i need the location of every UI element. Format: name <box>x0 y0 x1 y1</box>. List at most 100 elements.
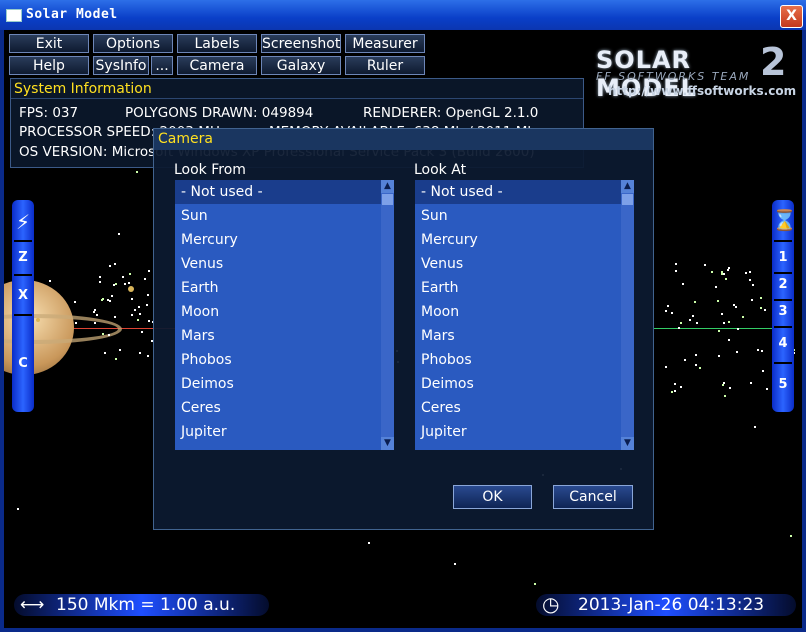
star <box>727 338 730 341</box>
more-button[interactable]: ... <box>151 56 173 75</box>
star <box>367 542 370 545</box>
speed-1-button[interactable]: 1 <box>772 250 794 265</box>
list-item[interactable]: Jupiter <box>175 420 381 444</box>
star <box>133 309 136 312</box>
clock-icon[interactable]: ◷ <box>542 592 559 616</box>
list-item[interactable]: Earth <box>415 276 621 300</box>
star <box>695 322 698 325</box>
scroll-down-icon[interactable]: ▼ <box>381 437 394 450</box>
title-bar[interactable]: Solar Model X <box>0 0 806 30</box>
star <box>137 318 140 321</box>
list-item[interactable]: Mars <box>175 324 381 348</box>
zoom-x-button[interactable]: X <box>12 288 34 303</box>
star <box>714 285 717 288</box>
speed-4-button[interactable]: 4 <box>772 336 794 351</box>
star <box>691 315 694 318</box>
star <box>732 304 735 307</box>
list-item[interactable]: Mercury <box>415 228 621 252</box>
help-button[interactable]: Help <box>9 56 89 75</box>
star <box>107 333 110 336</box>
list-item[interactable]: Mercury <box>175 228 381 252</box>
star <box>148 319 151 322</box>
list-item[interactable]: Jupiter <box>415 420 621 444</box>
star <box>749 381 752 384</box>
scroll-up-icon[interactable]: ▲ <box>381 180 394 193</box>
scale-readout: 150 Mkm = 1.00 a.u. <box>56 595 236 615</box>
list-item[interactable]: Phobos <box>415 348 621 372</box>
star <box>95 313 98 316</box>
zoom-z-button[interactable]: Z <box>12 250 34 265</box>
star <box>74 321 77 324</box>
list-item[interactable]: Sun <box>415 204 621 228</box>
star <box>722 321 725 324</box>
logo-url[interactable]: http://www.ffsoftworks.com <box>608 84 796 98</box>
zoom-c-button[interactable]: C <box>12 356 34 371</box>
list-item[interactable]: - Not used - <box>175 180 381 204</box>
look-from-scrollbar[interactable]: ▲ ▼ <box>381 180 394 450</box>
list-item[interactable]: Phobos <box>175 348 381 372</box>
look-at-list[interactable]: - Not used - Sun Mercury Venus Earth Moon Mars… <box>415 180 634 450</box>
lightning-icon[interactable]: ⚡ <box>12 210 34 234</box>
camera-button[interactable]: Camera <box>177 56 257 75</box>
list-item[interactable]: Ceres <box>415 396 621 420</box>
star <box>670 311 673 314</box>
star <box>749 270 752 273</box>
close-button[interactable]: X <box>780 5 803 28</box>
list-item[interactable]: Mars <box>415 324 621 348</box>
star <box>123 282 126 285</box>
labels-button[interactable]: Labels <box>177 34 257 53</box>
star <box>789 534 792 537</box>
look-at-scrollbar[interactable]: ▲ ▼ <box>621 180 634 450</box>
system-info-title: System Information <box>11 79 583 99</box>
cancel-button[interactable]: Cancel <box>553 485 633 509</box>
star <box>694 354 697 357</box>
star <box>114 283 117 286</box>
list-item[interactable]: Sun <box>175 204 381 228</box>
star <box>727 268 730 271</box>
scroll-thumb[interactable] <box>382 194 393 205</box>
list-item[interactable]: Deimos <box>175 372 381 396</box>
star <box>665 365 668 368</box>
list-item[interactable]: Earth <box>175 276 381 300</box>
ruler-button[interactable]: Ruler <box>345 56 425 75</box>
speed-3-button[interactable]: 3 <box>772 304 794 319</box>
star <box>721 270 724 273</box>
star <box>736 351 739 354</box>
galaxy-button[interactable]: Galaxy <box>261 56 341 75</box>
list-item[interactable]: Ceres <box>175 396 381 420</box>
logo-version: 2 <box>760 40 787 84</box>
measurer-button[interactable]: Measurer <box>345 34 425 53</box>
star <box>130 314 133 317</box>
star <box>694 364 697 367</box>
look-from-label: Look From <box>174 162 246 178</box>
speed-2-button[interactable]: 2 <box>772 277 794 292</box>
scroll-down-icon[interactable]: ▼ <box>621 437 634 450</box>
star <box>710 270 713 273</box>
speed-5-button[interactable]: 5 <box>772 377 794 392</box>
exit-button[interactable]: Exit <box>9 34 89 53</box>
star <box>119 349 122 352</box>
list-item[interactable]: Deimos <box>415 372 621 396</box>
list-item[interactable]: Venus <box>415 252 621 276</box>
star <box>751 299 754 302</box>
star <box>745 272 748 275</box>
list-item[interactable]: Venus <box>175 252 381 276</box>
look-from-list[interactable]: - Not used - Sun Mercury Venus Earth Moon Mars… <box>175 180 394 450</box>
star <box>721 312 724 315</box>
screenshot-button[interactable]: Screenshot <box>261 34 341 53</box>
hourglass-icon[interactable]: ⌛ <box>772 208 797 232</box>
scroll-up-icon[interactable]: ▲ <box>621 180 634 193</box>
star <box>136 171 139 174</box>
options-button[interactable]: Options <box>93 34 173 53</box>
list-item[interactable]: Moon <box>415 300 621 324</box>
ok-button[interactable]: OK <box>453 485 532 509</box>
star <box>717 355 720 358</box>
right-control-bar: ⌛ 1 2 3 4 5 <box>772 200 797 412</box>
list-item[interactable]: - Not used - <box>415 180 621 204</box>
star <box>721 383 724 386</box>
star <box>699 367 702 370</box>
list-item[interactable]: Moon <box>175 300 381 324</box>
scroll-thumb[interactable] <box>622 194 633 205</box>
sysinfo-button[interactable]: SysInfo <box>93 56 149 75</box>
star <box>110 295 113 298</box>
